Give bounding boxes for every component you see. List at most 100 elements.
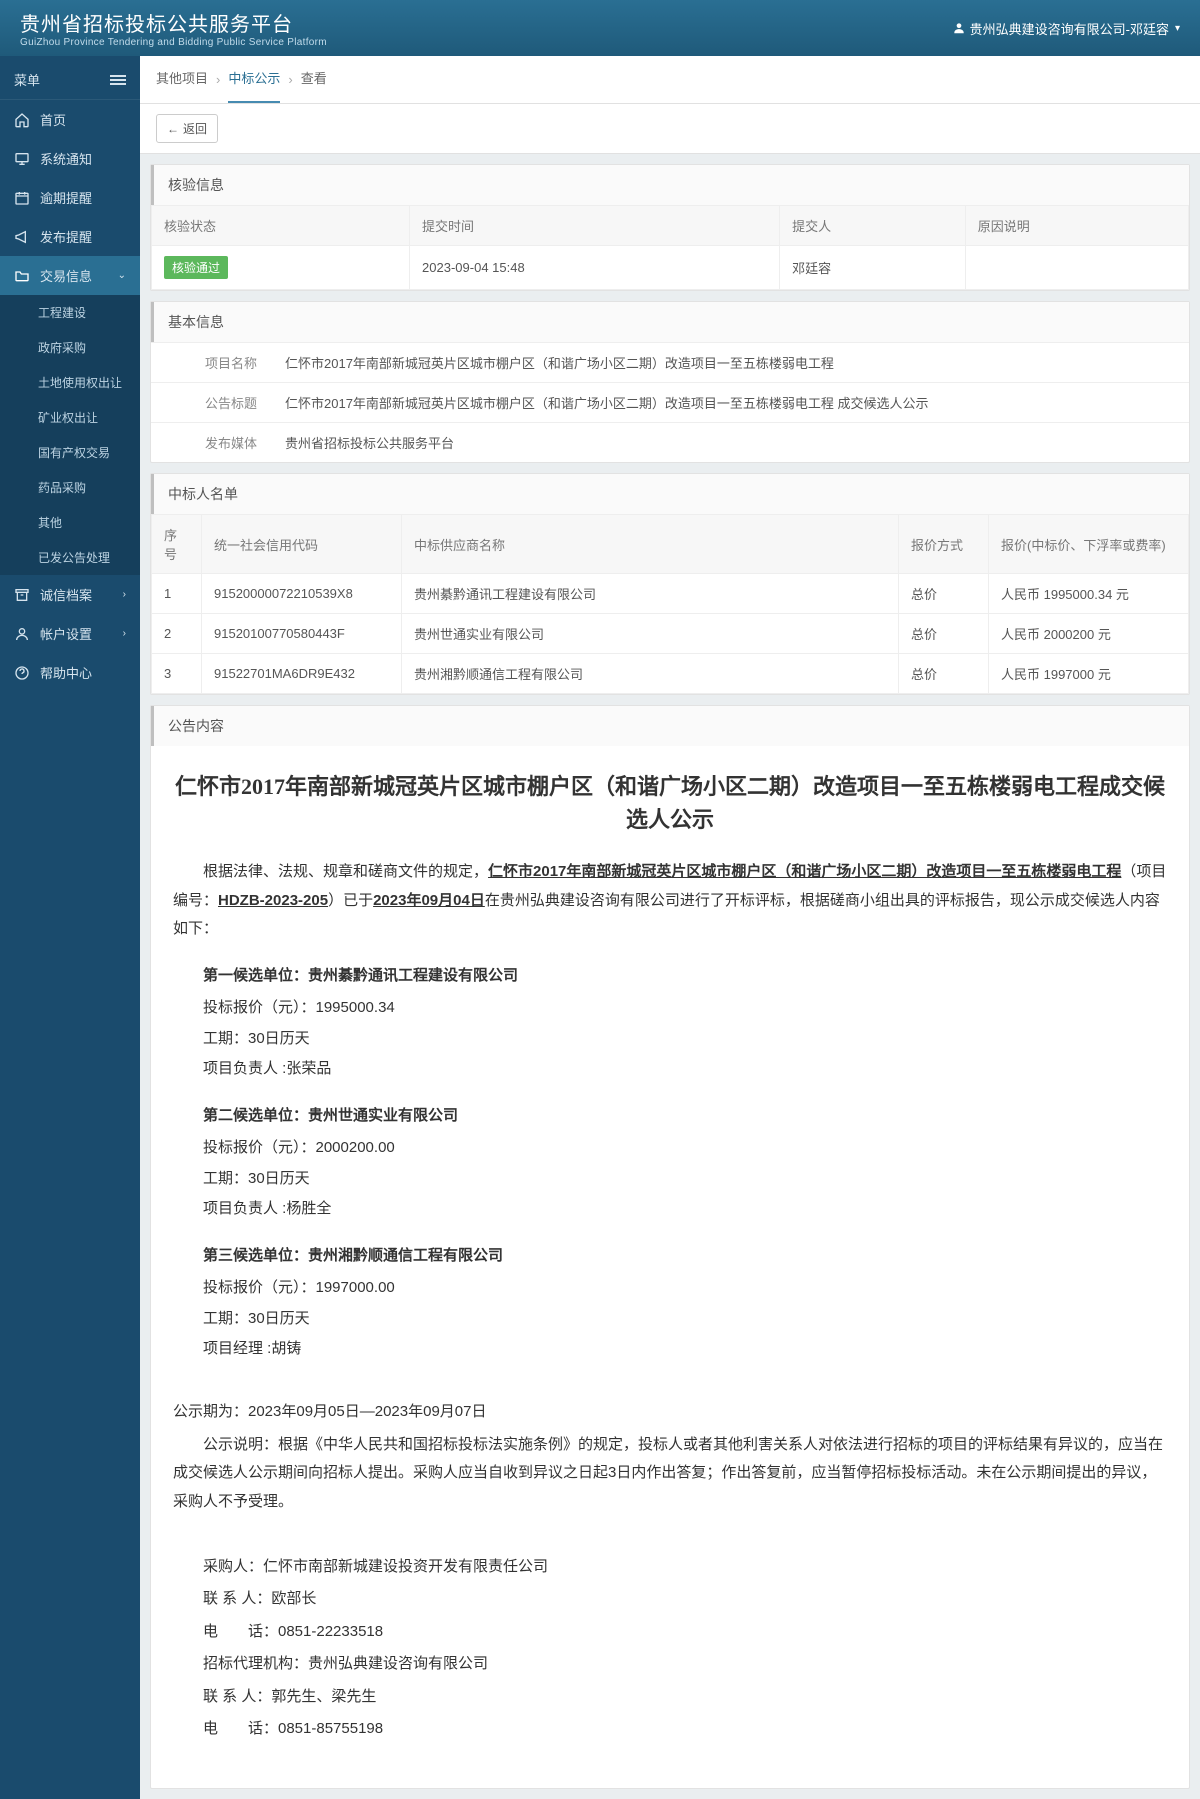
col-time: 提交时间 <box>410 206 780 246</box>
sidebar-item-account[interactable]: 帐户设置 › <box>0 614 140 653</box>
toolbar: ← 返回 <box>140 104 1200 154</box>
sidebar-label: 系统通知 <box>40 149 92 168</box>
sub-land[interactable]: 土地使用权出让 <box>0 365 140 400</box>
main-content: 其他项目 › 中标公示 › 查看 ← 返回 核验信息 核验状态 提交时间 提交人 <box>140 56 1200 1799</box>
chevron-right-icon: › <box>123 589 126 600</box>
cell-mode: 总价 <box>899 614 989 654</box>
intro-proj: 仁怀市2017年南部新城冠英片区城市棚户区（和谐广场小区二期）改造项目一至五栋楼… <box>488 863 1121 880</box>
back-label: 返回 <box>183 120 207 137</box>
breadcrumb-view[interactable]: 查看 <box>301 68 327 91</box>
col-reason: 原因说明 <box>965 206 1188 246</box>
sidebar-item-credit[interactable]: 诚信档案 › <box>0 575 140 614</box>
sidebar-label: 帐户设置 <box>40 624 92 643</box>
sub-gov[interactable]: 政府采购 <box>0 330 140 365</box>
intro-date: 2023年09月04日 <box>373 892 485 909</box>
sub-engineering[interactable]: 工程建设 <box>0 295 140 330</box>
basic-panel: 基本信息 项目名称 仁怀市2017年南部新城冠英片区城市棚户区（和谐广场小区二期… <box>150 301 1190 463</box>
announce-big-title: 仁怀市2017年南部新城冠英片区城市棚户区（和谐广场小区二期）改造项目一至五栋楼… <box>173 770 1167 836</box>
calendar-icon <box>14 190 30 206</box>
col-mode: 报价方式 <box>899 515 989 574</box>
buyer-contact: 联 系 人：欧部长 <box>173 1585 1167 1614</box>
sidebar-item-notice[interactable]: 系统通知 <box>0 139 140 178</box>
cell-idx: 2 <box>152 614 202 654</box>
cell-idx: 3 <box>152 654 202 694</box>
col-code: 统一社会信用代码 <box>202 515 402 574</box>
verify-title: 核验信息 <box>151 165 1189 205</box>
sidebar-label: 诚信档案 <box>40 585 92 604</box>
cand3-leader: 项目经理 :胡铸 <box>173 1335 1167 1364</box>
sub-published[interactable]: 已发公告处理 <box>0 540 140 575</box>
cell-code: 91520100770580443F <box>202 614 402 654</box>
cell-price: 人民币 1997000 元 <box>989 654 1189 694</box>
sidebar-label: 交易信息 <box>40 266 92 285</box>
announce-panel: 公告内容 仁怀市2017年南部新城冠英片区城市棚户区（和谐广场小区二期）改造项目… <box>150 705 1190 1789</box>
cand2-leader: 项目负责人 :杨胜全 <box>173 1195 1167 1224</box>
intro-paragraph: 根据法律、法规、规章和磋商文件的规定，仁怀市2017年南部新城冠英片区城市棚户区… <box>173 858 1167 944</box>
archive-icon <box>14 587 30 603</box>
col-person: 提交人 <box>780 206 966 246</box>
cand3-head: 第三候选单位：贵州湘黔顺通信工程有限公司 <box>173 1242 1167 1271</box>
sidebar-header: 菜单 <box>0 60 140 100</box>
breadcrumb-other[interactable]: 其他项目 <box>156 68 208 91</box>
intro-mid2: ）已于 <box>328 892 373 909</box>
agent-contact: 联 系 人：郭先生、梁先生 <box>173 1683 1167 1712</box>
cand2-price: 投标报价（元）：2000200.00 <box>173 1134 1167 1163</box>
back-button[interactable]: ← 返回 <box>156 114 218 143</box>
verify-table: 核验状态 提交时间 提交人 原因说明 核验通过 2023-09-04 15:48… <box>151 205 1189 290</box>
cell-mode: 总价 <box>899 574 989 614</box>
user-menu[interactable]: 贵州弘典建设咨询有限公司-邓廷容 ▾ <box>952 19 1180 38</box>
table-row: 1 91520000072210539X8 贵州綦黔通讯工程建设有限公司 总价 … <box>152 574 1189 614</box>
table-row: 核验通过 2023-09-04 15:48 邓廷容 <box>152 246 1189 290</box>
sidebar-item-overdue[interactable]: 逾期提醒 <box>0 178 140 217</box>
cell-reason <box>965 246 1188 290</box>
chevron-right-icon: › <box>123 628 126 639</box>
sidebar-item-home[interactable]: 首页 <box>0 100 140 139</box>
info-row: 公告标题 仁怀市2017年南部新城冠英片区城市棚户区（和谐广场小区二期）改造项目… <box>151 382 1189 422</box>
sub-stateasset[interactable]: 国有产权交易 <box>0 435 140 470</box>
announce-body: 仁怀市2017年南部新城冠英片区城市棚户区（和谐广场小区二期）改造项目一至五栋楼… <box>151 746 1189 1788</box>
agent: 招标代理机构：贵州弘典建设咨询有限公司 <box>173 1650 1167 1679</box>
cell-idx: 1 <box>152 574 202 614</box>
sidebar-label: 逾期提醒 <box>40 188 92 207</box>
winners-table: 序号 统一社会信用代码 中标供应商名称 报价方式 报价(中标价、下浮率或费率) … <box>151 514 1189 694</box>
lbl-projname: 项目名称 <box>151 343 271 382</box>
table-row: 核验状态 提交时间 提交人 原因说明 <box>152 206 1189 246</box>
cell-supplier: 贵州綦黔通讯工程建设有限公司 <box>402 574 899 614</box>
user-icon <box>952 21 966 35</box>
buyer-phone: 电 话：0851-22233518 <box>173 1618 1167 1647</box>
col-status: 核验状态 <box>152 206 410 246</box>
help-icon <box>14 665 30 681</box>
logo-block: 贵州省招标投标公共服务平台 GuiZhou Province Tendering… <box>20 8 327 48</box>
sidebar-item-trade[interactable]: 交易信息 ⌄ <box>0 256 140 295</box>
cand1-leader: 项目负责人 :张荣品 <box>173 1055 1167 1084</box>
cell-code: 91522701MA6DR9E432 <box>202 654 402 694</box>
sidebar-item-publish[interactable]: 发布提醒 <box>0 217 140 256</box>
col-price: 报价(中标价、下浮率或费率) <box>989 515 1189 574</box>
hamburger-icon[interactable] <box>110 73 126 87</box>
cand2-head: 第二候选单位：贵州世通实业有限公司 <box>173 1102 1167 1131</box>
sub-mining[interactable]: 矿业权出让 <box>0 400 140 435</box>
cand2-period: 工期：30日历天 <box>173 1165 1167 1194</box>
table-row: 3 91522701MA6DR9E432 贵州湘黔顺通信工程有限公司 总价 人民… <box>152 654 1189 694</box>
intro-code: HDZB-2023-205 <box>218 892 328 909</box>
val-notice: 仁怀市2017年南部新城冠英片区城市棚户区（和谐广场小区二期）改造项目一至五栋楼… <box>271 383 1189 422</box>
cell-time: 2023-09-04 15:48 <box>410 246 780 290</box>
status-badge: 核验通过 <box>164 256 228 279</box>
cand1-price: 投标报价（元）：1995000.34 <box>173 994 1167 1023</box>
sidebar-item-help[interactable]: 帮助中心 <box>0 653 140 692</box>
breadcrumb-bidnotice[interactable]: 中标公示 <box>228 68 280 91</box>
sidebar-label: 发布提醒 <box>40 227 92 246</box>
lbl-notice: 公告标题 <box>151 383 271 422</box>
cell-supplier: 贵州湘黔顺通信工程有限公司 <box>402 654 899 694</box>
sub-other[interactable]: 其他 <box>0 505 140 540</box>
menu-label: 菜单 <box>14 70 40 89</box>
monitor-icon <box>14 151 30 167</box>
breadcrumb-sep: › <box>288 72 292 87</box>
sub-medicine[interactable]: 药品采购 <box>0 470 140 505</box>
lbl-media: 发布媒体 <box>151 423 271 462</box>
chevron-down-icon: ▾ <box>1175 23 1180 34</box>
agent-phone: 电 话：0851-85755198 <box>173 1715 1167 1744</box>
cell-supplier: 贵州世通实业有限公司 <box>402 614 899 654</box>
breadcrumb-sep: › <box>216 72 220 87</box>
buyer: 采购人：仁怀市南部新城建设投资开发有限责任公司 <box>173 1553 1167 1582</box>
